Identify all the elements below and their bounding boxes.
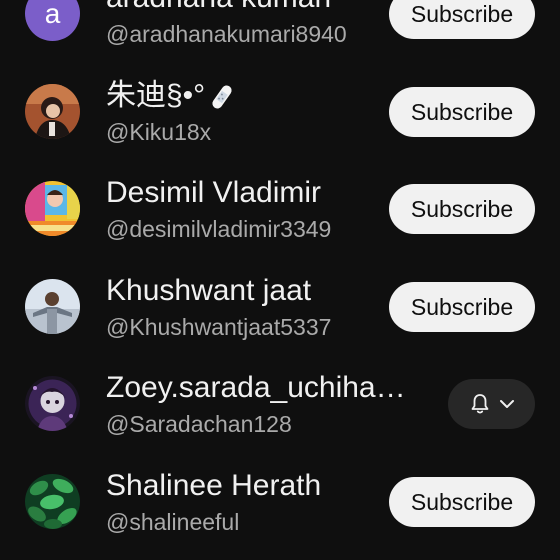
channel-handle: @shalineeful <box>106 508 240 535</box>
channel-name[interactable]: aradhana kumari <box>106 0 416 16</box>
channel-handle: @Kiku18x <box>106 118 212 145</box>
channel-row-shalinee[interactable]: Shalinee Herath @shalineeful Subscribe <box>0 454 560 552</box>
green-leaves-avatar <box>25 473 80 529</box>
channel-handle: @desimilvladimir3349 <box>106 216 332 243</box>
channel-name[interactable]: Shalinee Herath <box>106 468 416 504</box>
avatar[interactable] <box>25 181 80 237</box>
channel-name-text: 朱迪§•° <box>106 78 206 112</box>
channel-row-aradhana[interactable]: a aradhana kumari @aradhanakumari8940 Su… <box>0 0 560 64</box>
channel-row-khushwant[interactable]: Khushwant jaat @Khushwantjaat5337 Subscr… <box>0 259 560 357</box>
chevron-down-icon <box>500 400 514 409</box>
birthday-banner-avatar <box>25 181 80 237</box>
channel-name[interactable]: Desimil Vladimir <box>106 175 416 211</box>
subscribe-button[interactable]: Subscribe <box>389 86 535 137</box>
channel-name[interactable]: Zoey.sarada_uchiha_12 <box>106 370 416 406</box>
bandaid-emoji-icon <box>212 85 232 109</box>
notification-bell-icon <box>471 394 489 414</box>
subscribe-button[interactable]: Subscribe <box>389 476 535 527</box>
channel-row-desimil[interactable]: Desimil Vladimir @desimilvladimir3349 Su… <box>0 161 560 259</box>
subscribe-button[interactable]: Subscribe <box>389 281 535 332</box>
channel-handle: @aradhanakumari8940 <box>106 21 347 47</box>
avatar[interactable] <box>25 473 80 529</box>
channel-handle: @Saradachan128 <box>106 411 292 438</box>
purple-anime-avatar <box>25 376 80 432</box>
avatar[interactable] <box>25 376 80 432</box>
channel-row-kiku[interactable]: 朱迪§•° @Kiku18x Subscribe <box>0 64 560 162</box>
subscribe-button[interactable]: Subscribe <box>389 184 535 235</box>
avatar[interactable]: a <box>25 0 80 41</box>
channel-name[interactable]: 朱迪§•° <box>106 78 416 114</box>
person-outdoors-avatar <box>25 278 80 334</box>
subscription-list: a aradhana kumari @aradhanakumari8940 Su… <box>0 0 560 552</box>
avatar[interactable] <box>25 83 80 139</box>
channel-row-zoey[interactable]: Zoey.sarada_uchiha_12 @Saradachan128 <box>0 356 560 454</box>
anime-portrait-avatar <box>25 83 80 139</box>
channel-handle: @Khushwantjaat5337 <box>106 313 332 340</box>
avatar[interactable] <box>25 278 80 334</box>
avatar-letter: a <box>25 0 80 41</box>
subscribe-button[interactable]: Subscribe <box>389 0 535 39</box>
notification-bell-button[interactable] <box>448 379 535 430</box>
channel-name[interactable]: Khushwant jaat <box>106 273 416 309</box>
